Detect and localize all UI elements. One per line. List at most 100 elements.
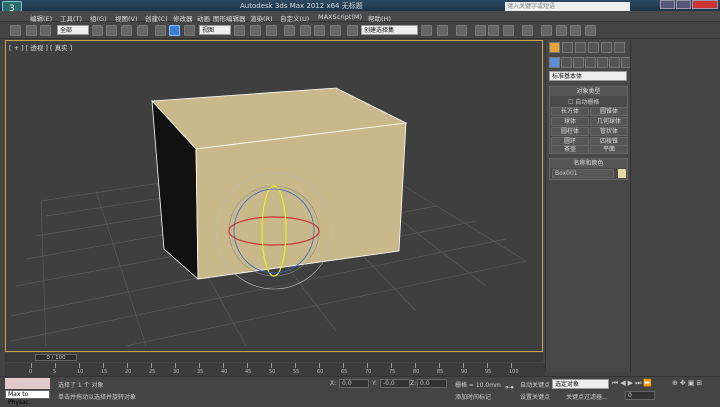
graphite-icon[interactable] xyxy=(475,25,486,36)
set-key-button[interactable]: 设置关键点 xyxy=(520,392,550,401)
hierarchy-tab-icon[interactable] xyxy=(575,42,586,53)
pivot-icon[interactable] xyxy=(234,25,245,36)
teapot-button[interactable]: 茶壶 xyxy=(551,145,589,154)
render-icon[interactable] xyxy=(570,25,581,36)
menu-maxscript[interactable]: MAXScript(M) xyxy=(318,13,362,21)
current-frame-input[interactable]: 0 xyxy=(625,391,655,400)
render-teapot-icon[interactable] xyxy=(585,25,596,36)
named-selection-dropdown[interactable]: 创建选择集 xyxy=(361,25,418,35)
geosphere-button[interactable]: 几何球体 xyxy=(590,117,628,126)
time-slider-thumb[interactable]: 0 / 100 xyxy=(35,354,77,361)
rect-selection-icon[interactable] xyxy=(121,25,132,36)
rendered-frame-icon[interactable] xyxy=(556,25,567,36)
key-filters-button[interactable]: 关键点过滤器... xyxy=(566,392,608,401)
timeline-tick xyxy=(415,363,416,368)
motion-tab-icon[interactable] xyxy=(588,42,599,53)
timeline-tick-label: 60 xyxy=(317,369,324,375)
tube-button[interactable]: 管状体 xyxy=(590,127,628,136)
cone-button[interactable]: 圆锥体 xyxy=(590,107,628,116)
category-dropdown[interactable]: 标准基本体 xyxy=(549,71,627,81)
maxscript-mini-listener[interactable] xyxy=(5,378,50,389)
select-object-icon[interactable] xyxy=(92,25,103,36)
utilities-tab-icon[interactable] xyxy=(614,42,625,53)
scale-icon[interactable] xyxy=(184,25,195,36)
playback-controls[interactable]: ⏮◀▶⏭⏩ xyxy=(612,379,654,388)
material-editor-icon[interactable] xyxy=(522,25,533,36)
auto-key-button[interactable]: 自动关键点 xyxy=(520,380,550,389)
display-tab-icon[interactable] xyxy=(601,42,612,53)
window-title: Autodesk 3ds Max 2012 x64 无标题 xyxy=(240,2,363,10)
ref-coord-dropdown[interactable]: 视图 xyxy=(199,25,231,35)
select-by-name-icon[interactable] xyxy=(106,25,117,36)
timeline-tick-label: 45 xyxy=(245,369,252,375)
modify-tab-icon[interactable] xyxy=(562,42,573,53)
lights-icon[interactable] xyxy=(573,57,584,68)
snap-icon[interactable] xyxy=(284,25,295,36)
angle-snap-icon[interactable] xyxy=(300,25,311,36)
timeline-tick xyxy=(343,363,344,368)
autogrid-label: 自动栅格 xyxy=(575,99,600,106)
link-icon[interactable] xyxy=(10,25,21,36)
timeline-tick xyxy=(151,363,152,368)
viewport-nav-controls[interactable]: ⊕✥▣⊞ xyxy=(672,379,704,387)
search-input[interactable]: 键入关键字或短语 xyxy=(505,2,630,11)
minimize-button[interactable] xyxy=(660,0,675,9)
perspective-viewport[interactable]: [ + ] [ 透视 ] [ 真实 ] xyxy=(5,40,543,352)
rollout-title[interactable]: 名称和颜色 xyxy=(550,159,627,168)
mirror-icon[interactable] xyxy=(421,25,432,36)
main-toolbar: 全部 视图 创建选择集 xyxy=(0,22,720,39)
object-name-input[interactable]: Box001 xyxy=(552,169,614,178)
selection-filter-dropdown[interactable]: 全部 xyxy=(57,25,89,35)
plane-button[interactable]: 平面 xyxy=(590,145,628,154)
x-coord-input[interactable]: 0.0 xyxy=(339,379,369,388)
grid-size: 栅格 = 10.0mm xyxy=(455,382,501,389)
box-button[interactable]: 长方体 xyxy=(551,107,589,116)
close-button[interactable] xyxy=(692,0,718,9)
bind-spacewarp-icon[interactable] xyxy=(40,25,51,36)
rollout-title[interactable]: 对象类型 xyxy=(550,87,627,96)
menu-bar: 编辑(E) 工具(T) 组(G) 视图(V) 创建(C) 修改器 动画 图形编辑… xyxy=(0,11,720,23)
timeline-tick-label: 50 xyxy=(269,369,276,375)
sphere-button[interactable]: 球体 xyxy=(551,117,589,126)
maximize-button[interactable] xyxy=(676,0,691,9)
keyboard-shortcut-icon[interactable] xyxy=(266,25,277,36)
timeline-tick xyxy=(463,363,464,368)
object-color-swatch[interactable] xyxy=(618,169,626,178)
track-bar[interactable]: 0 5 10 15 20 25 30 35 40 45 50 55 60 65 70 75 80 85 90 95 10… xyxy=(5,363,545,376)
unlink-icon[interactable] xyxy=(26,25,37,36)
maxscript-input[interactable]: Max to Physac xyxy=(5,390,50,406)
z-coord-input[interactable]: 0.0 xyxy=(417,379,447,388)
helpers-icon[interactable] xyxy=(597,57,608,68)
curve-editor-icon[interactable] xyxy=(488,25,499,36)
time-slider[interactable]: 0 / 100 xyxy=(5,353,543,362)
add-time-tag-button[interactable]: 添加时间标记 xyxy=(455,392,491,401)
cameras-icon[interactable] xyxy=(585,57,596,68)
move-icon[interactable] xyxy=(155,25,166,36)
key-mode-dropdown[interactable]: 选定对象 xyxy=(552,379,609,389)
schematic-view-icon[interactable] xyxy=(503,25,514,36)
percent-snap-icon[interactable] xyxy=(314,25,325,36)
timeline-tick xyxy=(79,363,80,368)
manipulate-icon[interactable] xyxy=(250,25,261,36)
z-label: Z: xyxy=(410,380,417,387)
render-setup-icon[interactable] xyxy=(541,25,552,36)
layer-manager-icon[interactable] xyxy=(456,25,467,36)
align-icon[interactable] xyxy=(437,25,448,36)
spacewarps-icon[interactable] xyxy=(609,57,620,68)
rotate-icon[interactable] xyxy=(169,25,180,36)
autogrid-checkbox[interactable]: ☐ 自动栅格 xyxy=(568,97,599,106)
y-coord-input[interactable]: -0.0 xyxy=(380,379,410,388)
timeline-tick xyxy=(247,363,248,368)
track-ticks: 0 5 10 15 20 25 30 35 40 45 50 55 60 65 70 75 80 85 90 95 10… xyxy=(29,363,519,376)
timeline-tick xyxy=(487,363,488,368)
geometry-icon[interactable] xyxy=(549,57,560,68)
shapes-icon[interactable] xyxy=(561,57,572,68)
create-tab-icon[interactable] xyxy=(549,42,560,53)
edit-named-sel-icon[interactable] xyxy=(347,25,358,36)
spinner-snap-icon[interactable] xyxy=(330,25,341,36)
timeline-tick xyxy=(175,363,176,368)
timeline-tick xyxy=(391,363,392,368)
window-crossing-icon[interactable] xyxy=(137,25,148,36)
cylinder-button[interactable]: 圆柱体 xyxy=(551,127,589,136)
title-bar: Autodesk 3ds Max 2012 x64 无标题 键入关键字或短语 xyxy=(0,0,720,11)
